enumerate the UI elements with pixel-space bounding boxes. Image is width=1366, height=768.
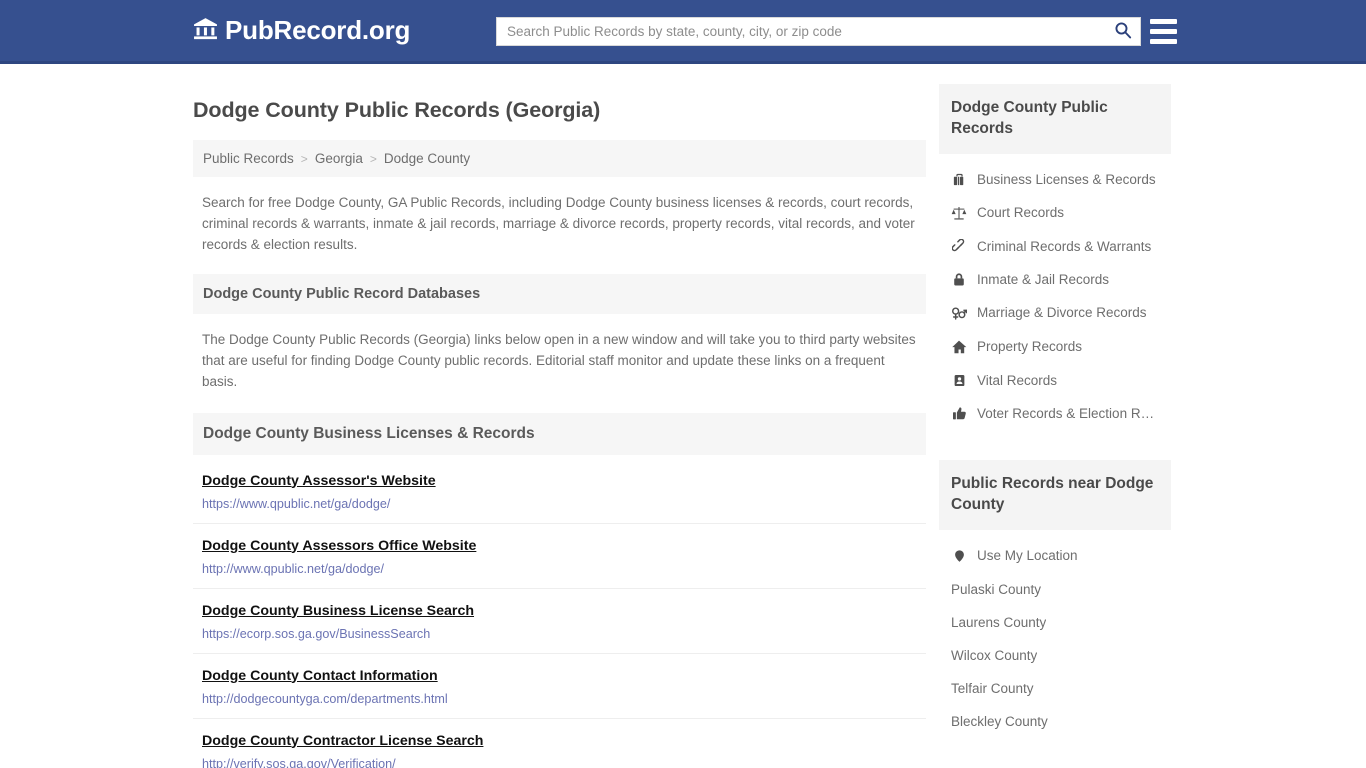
record-link-title[interactable]: Dodge County Assessors Office Website — [202, 538, 476, 554]
page-body: Dodge County Public Records (Georgia) Pu… — [0, 64, 1366, 768]
hamburger-bar-3 — [1150, 39, 1177, 44]
site-logo-text: PubRecord.org — [225, 15, 411, 45]
sidebar-item-label: Inmate & Jail Records — [977, 271, 1110, 287]
sidebar-item-label: Pulaski County — [951, 581, 1042, 597]
record-link-url[interactable]: https://www.qpublic.net/ga/dodge/ — [202, 497, 917, 511]
list-item[interactable]: Dodge County Business License Search htt… — [193, 589, 926, 654]
briefcase-icon — [951, 172, 967, 187]
list-item[interactable]: Dodge County Contact Information http://… — [193, 654, 926, 719]
record-link-title[interactable]: Dodge County Assessor's Website — [202, 473, 436, 489]
breadcrumb: Public Records > Georgia > Dodge County — [193, 140, 926, 177]
hamburger-bar-1 — [1150, 19, 1177, 24]
sidebar-item-label: Telfair County — [951, 680, 1034, 696]
sidebar-item-telfair-county[interactable]: Telfair County — [939, 672, 1171, 705]
search-bar[interactable] — [496, 17, 1141, 46]
page-intro-text: Search for free Dodge County, GA Public … — [202, 195, 915, 252]
breadcrumb-separator-icon: > — [369, 151, 377, 166]
sidebar-item-label: Business Licenses & Records — [977, 171, 1156, 187]
map-pin-icon — [951, 548, 967, 564]
search-button[interactable] — [1106, 18, 1140, 45]
sidebar-nearby-list: Use My Location Pulaski County Laurens C… — [939, 530, 1171, 744]
sidebar-item-label: Marriage & Divorce Records — [977, 305, 1147, 321]
sidebar-item-wilcox-county[interactable]: Wilcox County — [939, 639, 1171, 672]
section-heading-databases: Dodge County Public Record Databases — [193, 273, 926, 314]
sidebar-item-pulaski-county[interactable]: Pulaski County — [939, 573, 1171, 606]
content-container: Dodge County Public Records (Georgia) Pu… — [193, 84, 1173, 768]
record-link-title[interactable]: Dodge County Business License Search — [202, 603, 474, 619]
hamburger-menu-icon[interactable] — [1150, 19, 1177, 44]
handcuffs-icon — [951, 238, 967, 254]
record-link-url[interactable]: http://www.qpublic.net/ga/dodge/ — [202, 562, 917, 576]
sidebar-item-label: Wilcox County — [951, 647, 1038, 663]
sidebar-item-label: Voter Records & Election R… — [977, 405, 1155, 421]
section-heading-business-licenses: Dodge County Business Licenses & Records — [193, 412, 926, 455]
breadcrumb-separator-icon: > — [300, 151, 308, 166]
main-column: Dodge County Public Records (Georgia) Pu… — [193, 84, 926, 768]
site-logo[interactable]: PubRecord.org — [193, 15, 410, 46]
record-link-url[interactable]: https://ecorp.sos.ga.gov/BusinessSearch — [202, 627, 917, 641]
sidebar: Dodge County Public Records Business Lic… — [939, 84, 1171, 744]
record-link-url[interactable]: http://dodgecountyga.com/departments.htm… — [202, 692, 917, 706]
site-header: PubRecord.org — [0, 0, 1366, 64]
search-icon — [1114, 21, 1132, 42]
sidebar-heading-nearby: Public Records near Dodge County — [939, 459, 1171, 530]
breadcrumb-item-dodge-county: Dodge County — [383, 151, 471, 166]
sidebar-item-label: Vital Records — [977, 372, 1058, 388]
page-title: Dodge County Public Records (Georgia) — [193, 98, 601, 122]
record-link-list: Dodge County Assessor's Website https://… — [193, 459, 926, 768]
breadcrumb-item-georgia[interactable]: Georgia — [315, 151, 363, 166]
bank-icon — [193, 16, 218, 46]
sidebar-item-vital-records[interactable]: Vital Records — [939, 364, 1171, 397]
section-body-databases: The Dodge County Public Records (Georgia… — [202, 331, 916, 389]
search-input[interactable] — [497, 18, 1106, 45]
sidebar-item-business-licenses[interactable]: Business Licenses & Records — [939, 163, 1171, 196]
balance-scale-icon — [951, 205, 967, 221]
home-icon — [951, 339, 967, 355]
sidebar-item-label: Court Records — [977, 205, 1065, 221]
sidebar-item-label: Property Records — [977, 339, 1083, 355]
sidebar-heading-records: Dodge County Public Records — [939, 84, 1171, 154]
sidebar-item-label: Criminal Records & Warrants — [977, 238, 1152, 254]
sidebar-item-bleckley-county[interactable]: Bleckley County — [939, 705, 1171, 738]
lock-icon — [951, 272, 967, 287]
sidebar-item-inmate-jail-records[interactable]: Inmate & Jail Records — [939, 263, 1171, 296]
sidebar-item-voter-records[interactable]: Voter Records & Election R… — [939, 397, 1171, 430]
sidebar-item-criminal-records[interactable]: Criminal Records & Warrants — [939, 230, 1171, 263]
sidebar-item-label: Use My Location — [977, 548, 1078, 563]
list-item[interactable]: Dodge County Assessors Office Website ht… — [193, 524, 926, 589]
sidebar-item-label: Laurens County — [951, 614, 1047, 630]
sidebar-item-laurens-county[interactable]: Laurens County — [939, 606, 1171, 639]
breadcrumb-item-public-records[interactable]: Public Records — [203, 151, 294, 166]
sidebar-item-property-records[interactable]: Property Records — [939, 330, 1171, 364]
sidebar-item-marriage-divorce-records[interactable]: Marriage & Divorce Records — [939, 296, 1171, 330]
sidebar-item-label: Bleckley County — [951, 713, 1048, 729]
thumbs-up-icon — [951, 406, 967, 421]
list-item[interactable]: Dodge County Assessor's Website https://… — [193, 459, 926, 524]
list-item[interactable]: Dodge County Contractor License Search h… — [193, 719, 926, 768]
id-badge-icon — [951, 373, 967, 388]
record-link-url[interactable]: http://verify.sos.ga.gov/Verification/ — [202, 757, 917, 768]
record-link-title[interactable]: Dodge County Contractor License Search — [202, 733, 483, 749]
sidebar-item-use-my-location[interactable]: Use My Location — [939, 539, 1171, 573]
venus-mars-icon — [951, 305, 967, 321]
sidebar-item-court-records[interactable]: Court Records — [939, 196, 1171, 230]
hamburger-bar-2 — [1150, 29, 1177, 34]
sidebar-records-list: Business Licenses & Records Court Record… — [939, 154, 1171, 436]
record-link-title[interactable]: Dodge County Contact Information — [202, 668, 438, 684]
